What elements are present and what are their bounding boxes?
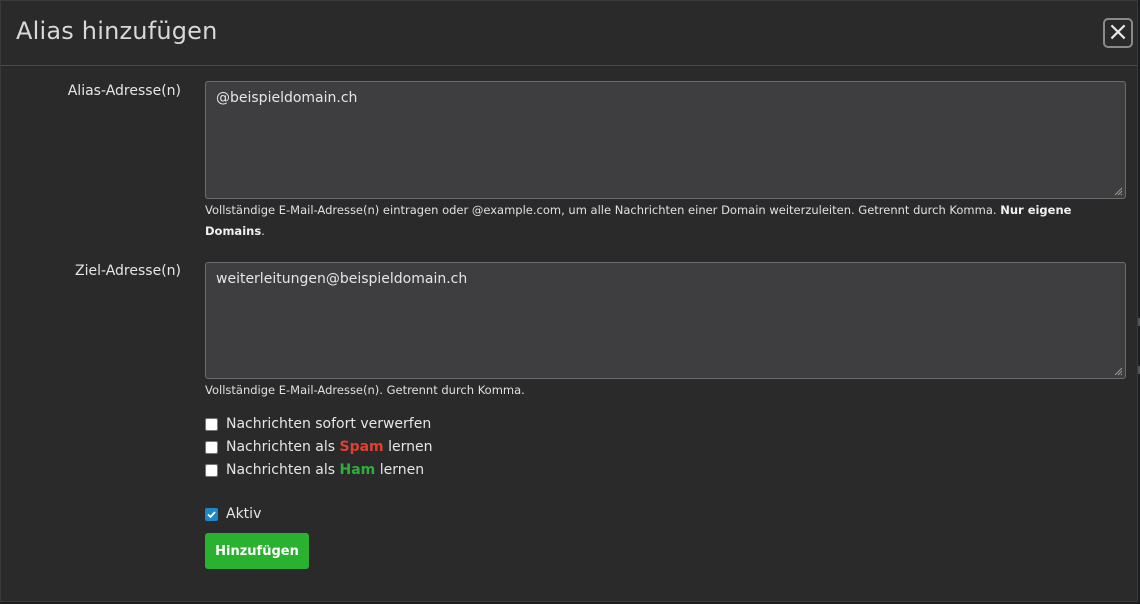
- resize-grip-icon[interactable]: [1113, 186, 1123, 196]
- ham-label-prefix: Nachrichten als: [226, 462, 336, 478]
- spam-label-suffix: lernen: [388, 439, 433, 455]
- ham-label-suffix: lernen: [379, 462, 425, 478]
- alias-field-label: Alias-Adresse(n): [67, 83, 181, 99]
- spam-keyword: Spam: [339, 439, 384, 455]
- ham-keyword: Ham: [339, 462, 376, 478]
- close-icon: ×: [1107, 17, 1129, 47]
- active-checkbox[interactable]: [205, 507, 218, 521]
- discard-label: Nachrichten sofort verwerfen: [226, 416, 432, 432]
- modal-title: Alias hinzufügen: [16, 17, 218, 45]
- active-option[interactable]: Aktiv: [205, 506, 261, 522]
- alias-help-bold-2: Domains: [205, 224, 262, 238]
- spam-option[interactable]: Nachrichten als Spam lernen: [205, 439, 432, 455]
- discard-option[interactable]: Nachrichten sofort verwerfen: [205, 416, 431, 432]
- active-label: Aktiv: [226, 506, 262, 522]
- ham-option[interactable]: Nachrichten als Ham lernen: [205, 462, 424, 478]
- spam-label-prefix: Nachrichten als: [226, 439, 336, 455]
- target-field-label: Ziel-Adresse(n): [74, 263, 181, 279]
- alias-help-suffix: .: [261, 224, 265, 238]
- resize-grip-icon[interactable]: [1113, 366, 1123, 376]
- alias-help-main: Vollständige E-Mail-Adresse(n) eintragen…: [205, 203, 997, 217]
- ham-checkbox[interactable]: [205, 463, 218, 477]
- discard-checkbox[interactable]: [205, 417, 218, 431]
- checkmark-icon: [207, 510, 216, 518]
- add-alias-modal: Alias hinzufügen × Alias-Adresse(n) @bei…: [0, 0, 1138, 602]
- target-value: weiterleitungen@beispieldomain.ch: [216, 271, 468, 287]
- target-help-text: Vollständige E-Mail-Adresse(n). Getrennt…: [205, 383, 525, 397]
- target-textarea[interactable]: weiterleitungen@beispieldomain.ch: [205, 262, 1126, 379]
- modal-header: Alias hinzufügen ×: [1, 1, 1137, 66]
- alias-help-text: Vollständige E-Mail-Adresse(n) eintragen…: [205, 200, 1105, 242]
- alias-value: @beispieldomain.ch: [216, 90, 358, 106]
- alias-textarea[interactable]: @beispieldomain.ch: [205, 81, 1126, 199]
- close-button[interactable]: ×: [1103, 18, 1133, 48]
- add-button[interactable]: Hinzufügen: [205, 533, 309, 569]
- spam-checkbox[interactable]: [205, 440, 218, 454]
- alias-help-bold-1: Nur eigene: [1000, 203, 1072, 217]
